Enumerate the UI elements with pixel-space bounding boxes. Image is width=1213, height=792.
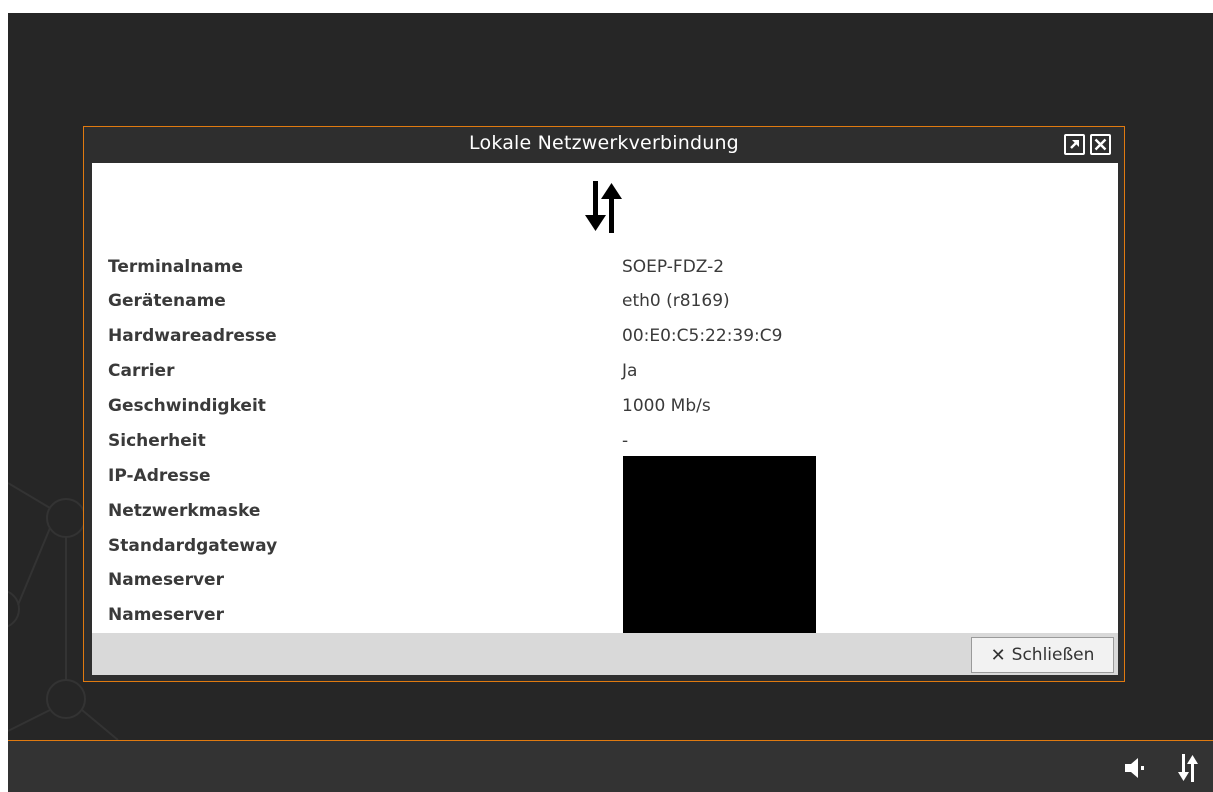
x-icon: ✕ (990, 644, 1006, 666)
info-row-standardgateway: Standardgateway (92, 530, 1118, 564)
info-row-sicherheit: Sicherheit - (92, 425, 1118, 459)
info-label: Nameserver (108, 570, 224, 590)
info-row-geraetename: Gerätename eth0 (r8169) (92, 285, 1118, 319)
close-icon (1094, 138, 1107, 151)
info-label: Hardwareadresse (108, 326, 277, 346)
redacted-block (623, 456, 816, 633)
info-row-nameserver-2: Nameserver (92, 599, 1118, 633)
info-label: Terminalname (108, 257, 244, 277)
info-row-terminalname: Terminalname SOEP-FDZ-2 (92, 251, 1118, 285)
info-row-netzwerkmaske: Netzwerkmaske (92, 495, 1118, 529)
detach-button[interactable] (1064, 134, 1085, 155)
info-label: Geschwindigkeit (108, 396, 266, 416)
info-value: SOEP-FDZ-2 (622, 257, 725, 277)
info-row-nameserver: Nameserver (92, 564, 1118, 598)
close-button-label: Schließen (1011, 645, 1095, 665)
info-label: IP-Adresse (108, 466, 211, 486)
info-row-hardwareadresse: Hardwareadresse 00:E0:C5:22:39:C9 (92, 320, 1118, 354)
dialog-title: Lokale Netzwerkverbindung (469, 132, 739, 154)
close-window-button[interactable] (1090, 134, 1111, 155)
dialog-titlebar[interactable]: Lokale Netzwerkverbindung (84, 127, 1124, 163)
info-row-carrier: Carrier Ja (92, 355, 1118, 389)
volume-tray-button[interactable] (1120, 753, 1150, 783)
info-value: 00:E0:C5:22:39:C9 (622, 326, 783, 346)
close-button[interactable]: ✕ Schließen (971, 637, 1114, 673)
info-label: Netzwerkmaske (108, 501, 261, 521)
network-updown-icon (585, 181, 622, 233)
info-row-ip-adresse: IP-Adresse (92, 460, 1118, 494)
info-label: Standardgateway (108, 536, 278, 556)
info-value: eth0 (r8169) (622, 291, 730, 311)
info-label: Nameserver (108, 605, 224, 625)
taskbar (8, 740, 1213, 792)
info-value: - (622, 431, 629, 451)
info-value: 1000 Mb/s (622, 396, 711, 416)
network-updown-icon (1178, 754, 1198, 782)
info-row-geschwindigkeit: Geschwindigkeit 1000 Mb/s (92, 390, 1118, 424)
info-label: Gerätename (108, 291, 226, 311)
dialog-content: Terminalname SOEP-FDZ-2 Gerätename eth0 … (92, 163, 1118, 633)
network-tray-button[interactable] (1173, 753, 1203, 783)
dialog-footer: ✕ Schließen (92, 633, 1118, 675)
info-value: Ja (622, 361, 638, 381)
volume-icon (1125, 758, 1144, 778)
info-label: Sicherheit (108, 431, 206, 451)
network-dialog: Lokale Netzwerkverbindung Terminalname S… (83, 126, 1125, 682)
detach-icon (1070, 140, 1079, 149)
info-label: Carrier (108, 361, 175, 381)
